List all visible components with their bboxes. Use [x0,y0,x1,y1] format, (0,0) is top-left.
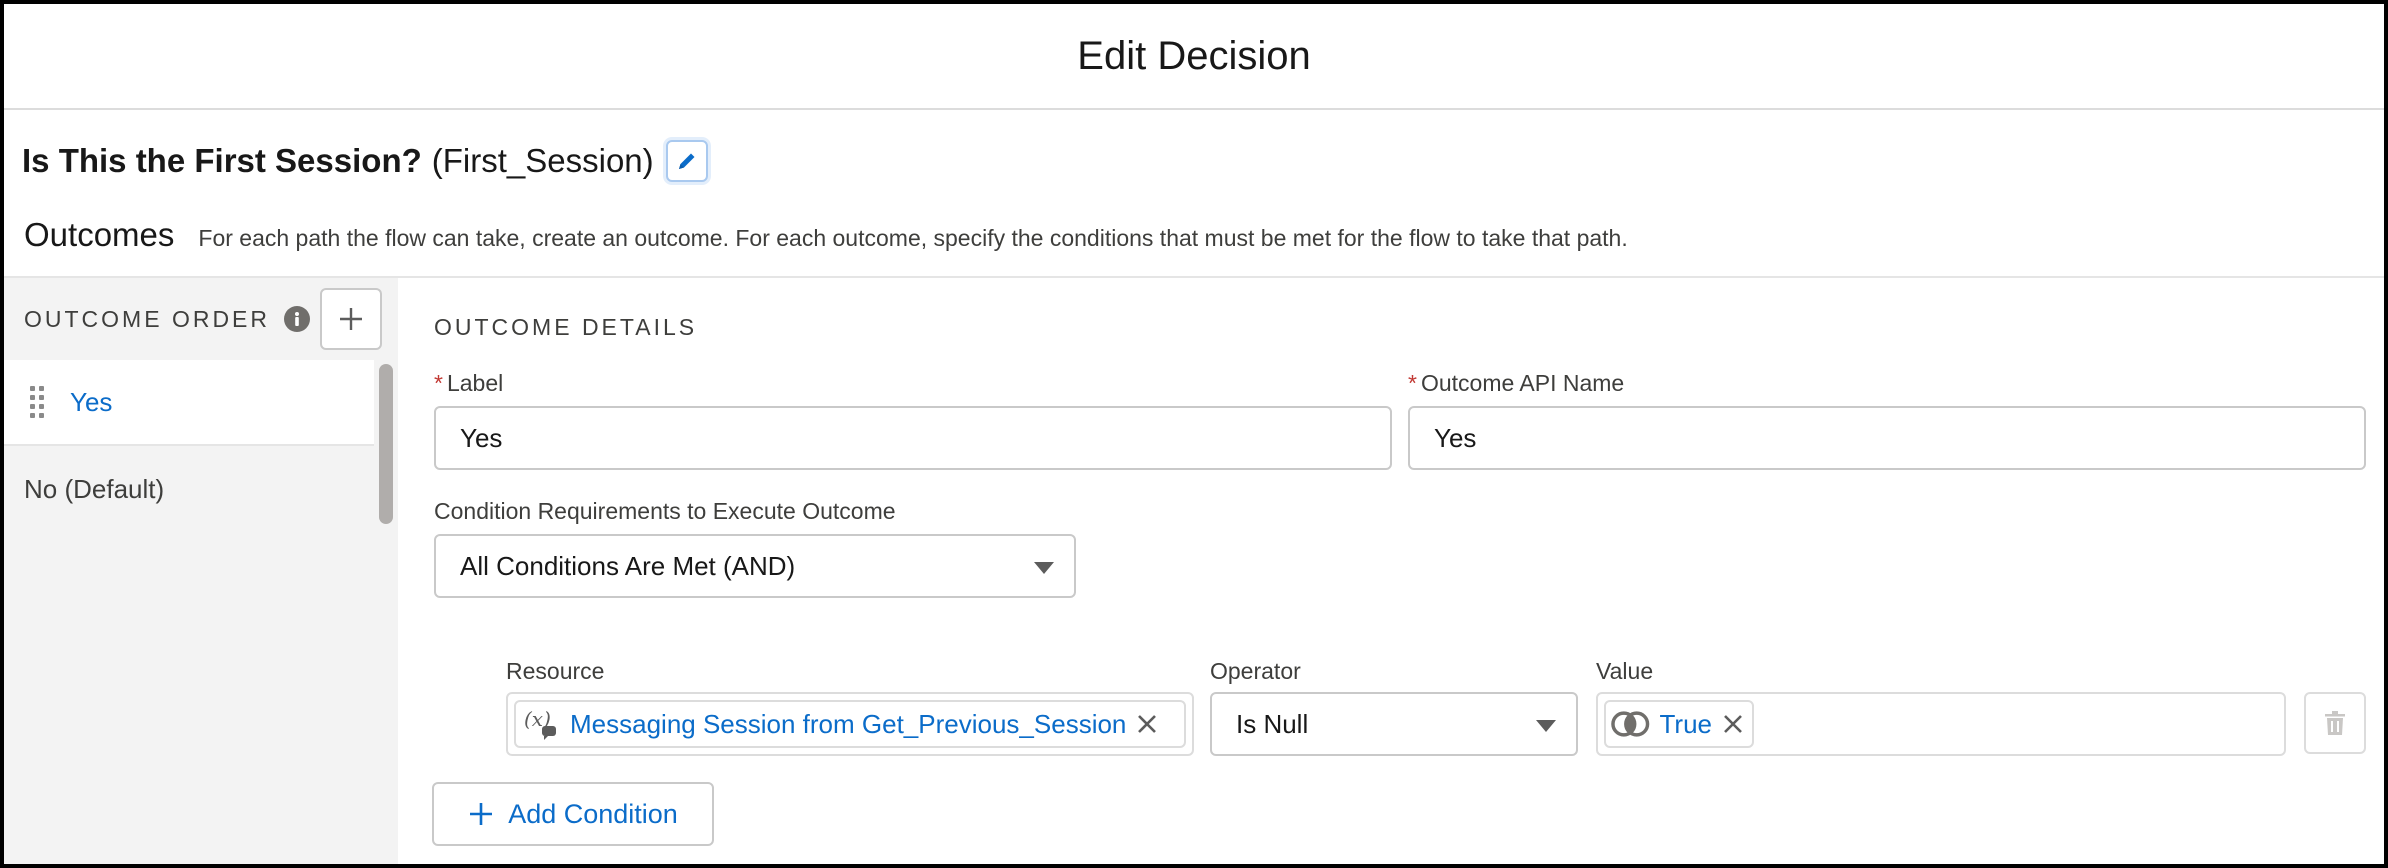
required-marker: * [1408,370,1417,396]
resource-value: Messaging Session from Get_Previous_Sess… [570,708,1127,739]
outcome-item-label: No (Default) [24,473,165,504]
label-input[interactable]: Yes [434,406,1392,470]
outcomes-title: Outcomes [24,216,175,253]
requirements-select[interactable]: All Conditions Are Met (AND) [434,534,1076,598]
caret-down-icon [1536,720,1556,732]
outcomes-description: For each path the flow can take, create … [198,225,1628,251]
outcome-list: Yes No (Default) [4,360,374,532]
api-name-input[interactable]: Yes [1408,406,2366,470]
plus-icon [340,308,362,330]
resource-pill[interactable]: (x) Messaging Session from Get_Previous_… [514,700,1186,748]
element-name-row: Is This the First Session? (First_Sessio… [22,136,708,186]
element-api-name: (First_Session) [431,142,654,179]
label-field-text: Label [446,370,504,396]
close-icon[interactable] [1136,713,1158,735]
variable-icon: (x) [524,707,556,740]
value-label: Value [1596,658,1654,684]
api-name-field-text: Outcome API Name [1420,370,1625,396]
outcome-item-default[interactable]: No (Default) [4,446,374,532]
trash-icon [2325,711,2345,735]
plus-icon [468,801,494,827]
value-pill[interactable]: True [1604,700,1754,748]
element-label: Is This the First Session? [22,142,422,179]
add-condition-button[interactable]: Add Condition [432,782,714,846]
api-name-field-label: * Outcome API Name [1408,370,1624,397]
outcome-order-header: OUTCOME ORDER [4,278,398,360]
caret-down-icon [1034,562,1054,574]
outcomes-row: Outcomes For each path the flow can take… [24,216,1628,254]
requirements-label: Condition Requirements to Execute Outcom… [434,498,896,524]
edit-decision-modal: Edit Decision Is This the First Session?… [0,0,2388,868]
close-icon[interactable] [1722,713,1744,735]
info-glyph [295,312,299,326]
resource-label: Resource [506,658,605,684]
scrollbar-thumb[interactable] [379,364,393,524]
value-value: True [1659,708,1713,739]
operator-select[interactable]: Is Null [1210,692,1578,756]
outcome-item-label: Yes [70,386,113,417]
operator-value: Is Null [1236,708,1309,739]
resource-combobox[interactable]: (x) Messaging Session from Get_Previous_… [506,692,1194,756]
boolean-icon [1611,711,1650,737]
add-outcome-button[interactable] [320,288,382,350]
outcome-item-yes[interactable]: Yes [4,360,374,446]
label-field-label: * Label [434,370,503,397]
edit-name-button[interactable] [665,140,708,182]
outcome-details-title: OUTCOME DETAILS [434,314,698,340]
delete-condition-button[interactable] [2304,692,2366,754]
requirements-value: All Conditions Are Met (AND) [460,550,796,581]
operator-label: Operator [1210,658,1301,684]
pencil-icon [678,153,695,169]
add-condition-label: Add Condition [508,798,678,829]
modal-title: Edit Decision [1077,33,1311,78]
outcome-details-panel: OUTCOME DETAILS * Label Yes * Outcome API … [400,278,2384,864]
required-marker: * [434,370,443,396]
outcome-order-title: OUTCOME ORDER [24,305,270,332]
modal-header: Edit Decision [4,4,2384,110]
outcome-order-sidebar: OUTCOME ORDER Yes No (Default) [4,278,398,864]
drag-handle-icon[interactable] [30,386,46,418]
sidebar-scrollbar[interactable] [376,360,394,530]
value-combobox[interactable]: True [1596,692,2286,756]
info-icon[interactable] [284,306,310,332]
